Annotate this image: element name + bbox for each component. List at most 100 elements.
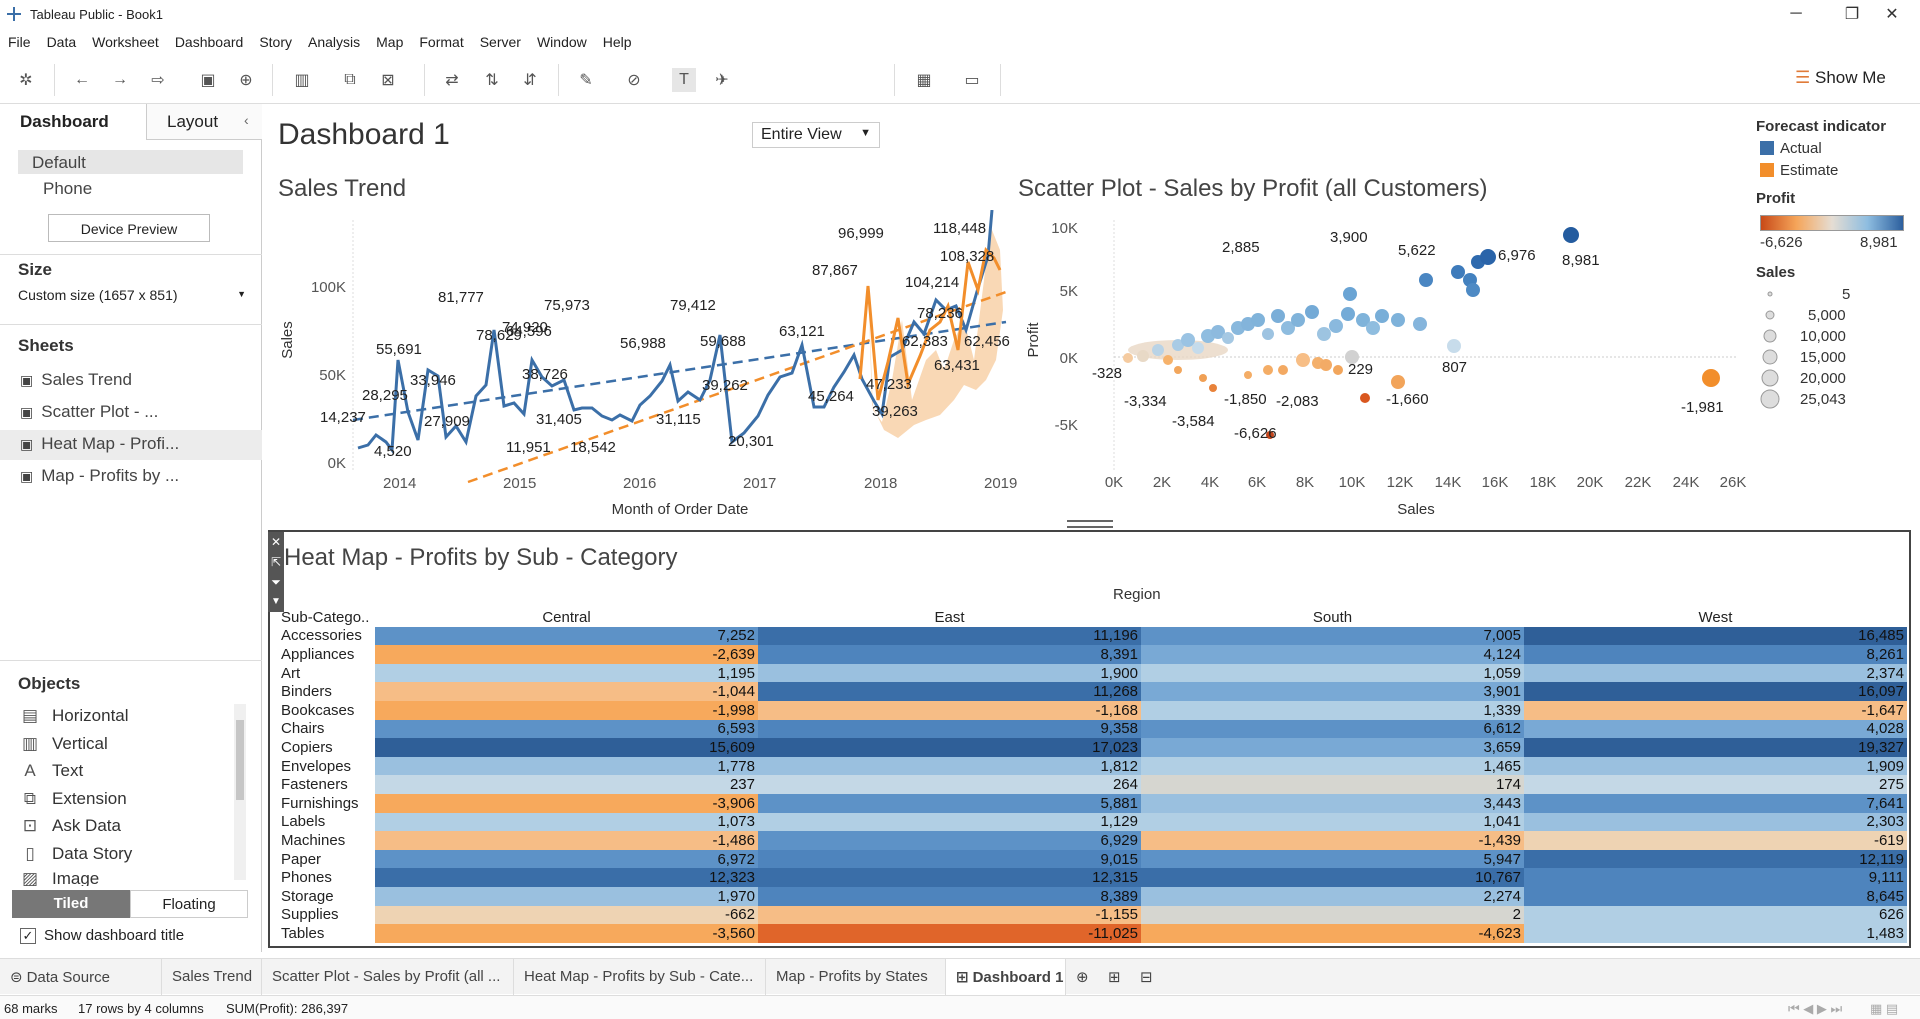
device-preview-button[interactable]: Device Preview — [48, 214, 210, 242]
heat-map-container[interactable]: ✕ ⇱ ⏷ ▼ Heat Map - Profits by Sub - Cate… — [268, 530, 1911, 948]
heat-cell[interactable]: 8,261 — [1524, 645, 1907, 664]
tab-heat-map[interactable]: Heat Map - Profits by Sub - Cate... — [514, 959, 766, 995]
heat-cell[interactable]: 17,023 — [758, 738, 1141, 757]
menu-format[interactable]: Format — [411, 30, 471, 54]
menu-story[interactable]: Story — [251, 30, 300, 54]
sheet-item-map[interactable]: ▣ Map - Profits by ... — [20, 466, 179, 486]
heat-cell[interactable]: -3,906 — [375, 793, 758, 813]
heat-cell[interactable]: -1,044 — [375, 682, 758, 701]
menu-file[interactable]: File — [0, 30, 39, 54]
heat-cell[interactable]: 626 — [1524, 905, 1907, 925]
subcategory-label[interactable]: Machines — [278, 831, 375, 850]
object-extension[interactable]: ⧉ Extension — [20, 789, 127, 809]
view-toggle-icons[interactable]: ▦ ▤ — [1870, 1001, 1898, 1017]
heat-cell[interactable]: 9,015 — [758, 849, 1141, 869]
heat-cell[interactable]: 275 — [1524, 775, 1907, 794]
heat-cell[interactable]: 1,970 — [375, 886, 758, 906]
heat-cell[interactable]: -619 — [1524, 831, 1907, 850]
heat-cell[interactable]: 11,268 — [758, 682, 1141, 701]
subcategory-label[interactable]: Phones — [278, 868, 375, 887]
go-to-sheet-icon[interactable]: ⇱ — [268, 552, 284, 572]
heat-cell[interactable]: -1,647 — [1524, 700, 1907, 720]
heat-cell[interactable]: 12,119 — [1524, 849, 1907, 869]
heat-cell[interactable]: 8,645 — [1524, 886, 1907, 906]
heat-cell[interactable]: 174 — [1141, 775, 1524, 794]
floating-button[interactable]: Floating — [130, 890, 248, 918]
heat-cell[interactable]: 15,609 — [375, 738, 758, 757]
heat-cell[interactable]: 3,901 — [1141, 682, 1524, 701]
heat-cell[interactable]: 1,059 — [1141, 663, 1524, 683]
show-mark-labels-icon[interactable]: T — [672, 68, 696, 92]
tab-data-source[interactable]: ⊜ Data Source — [0, 959, 162, 995]
new-dashboard-tab-icon[interactable]: ⊞ — [1098, 959, 1130, 995]
menu-server[interactable]: Server — [472, 30, 529, 54]
new-data-source-icon[interactable]: ⊕ — [234, 68, 258, 92]
tiled-button[interactable]: Tiled — [12, 890, 130, 918]
heat-cell[interactable]: -2,639 — [375, 645, 758, 664]
subcategory-label[interactable]: Labels — [278, 813, 375, 832]
menu-analysis[interactable]: Analysis — [300, 30, 368, 54]
size-select[interactable]: Custom size (1657 x 851) ▼ — [18, 287, 246, 303]
heat-cell[interactable]: 6,929 — [758, 831, 1141, 850]
subcategory-label[interactable]: Binders — [278, 682, 375, 701]
heat-cell[interactable]: 5,947 — [1141, 849, 1524, 869]
device-phone[interactable]: Phone — [43, 179, 92, 199]
heat-cell[interactable]: 1,483 — [1524, 924, 1907, 943]
heat-cell[interactable]: 19,327 — [1524, 738, 1907, 757]
estimate-legend-label[interactable]: Estimate — [1780, 162, 1838, 179]
heat-cell[interactable]: 1,465 — [1141, 756, 1524, 776]
subcategory-label[interactable]: Tables — [278, 924, 375, 943]
subcategory-label[interactable]: Fasteners — [278, 775, 375, 794]
sales-trend-chart[interactable]: 100K 50K 0K Sales 2014 2015 2016 2017 20… — [268, 210, 1018, 520]
filter-icon[interactable]: ⏷ — [268, 572, 284, 592]
region-header-south[interactable]: South — [1141, 608, 1524, 627]
collapse-panel-icon[interactable]: ‹ — [244, 112, 249, 128]
menu-data[interactable]: Data — [39, 30, 85, 54]
heat-cell[interactable]: 9,111 — [1524, 868, 1907, 887]
heat-cell[interactable]: 2,374 — [1524, 663, 1907, 683]
object-vertical[interactable]: ▥ Vertical — [20, 734, 108, 754]
heat-cell[interactable]: -662 — [375, 905, 758, 925]
heat-cell[interactable]: 11,196 — [758, 626, 1141, 646]
heat-cell[interactable]: 237 — [375, 775, 758, 794]
heat-cell[interactable]: 4,124 — [1141, 645, 1524, 664]
heat-cell[interactable]: -11,025 — [758, 924, 1141, 943]
tableau-home-icon[interactable]: ✲ — [14, 68, 38, 92]
subcategory-label[interactable]: Copiers — [278, 738, 375, 757]
subcategory-label[interactable]: Accessories — [278, 627, 375, 646]
heat-cell[interactable]: 6,972 — [375, 849, 758, 869]
heat-cell[interactable]: 6,593 — [375, 719, 758, 739]
heat-cell[interactable]: 2,274 — [1141, 886, 1524, 906]
heat-cell[interactable]: -1,486 — [375, 831, 758, 850]
heat-cell[interactable]: 8,391 — [758, 645, 1141, 664]
subcategory-label[interactable]: Bookcases — [278, 701, 375, 720]
heat-cell[interactable]: 1,900 — [758, 663, 1141, 683]
heat-cell[interactable]: 1,195 — [375, 663, 758, 683]
resize-handle[interactable] — [1067, 520, 1113, 528]
heat-cell[interactable]: 4,028 — [1524, 719, 1907, 739]
fix-axes-icon[interactable]: ✈ — [710, 68, 734, 92]
heat-cell[interactable]: 7,641 — [1524, 793, 1907, 813]
sheet-item-scatter-plot[interactable]: ▣ Scatter Plot - ... — [20, 402, 158, 422]
show-me-button[interactable]: ☰ Show Me — [1795, 68, 1886, 88]
view-size-select[interactable]: Entire View ▼ — [752, 122, 880, 148]
heat-cell[interactable]: 264 — [758, 775, 1141, 794]
object-image[interactable]: ▨ Image — [20, 872, 99, 886]
object-ask-data[interactable]: ⊡ Ask Data — [20, 816, 121, 836]
tab-dashboard[interactable]: Dashboard — [0, 104, 146, 140]
region-header-west[interactable]: West — [1524, 608, 1907, 627]
group-members-icon[interactable]: ⊘ — [622, 68, 646, 92]
duplicate-sheet-icon[interactable]: ⧉ — [338, 68, 362, 92]
heat-cell[interactable]: 8,389 — [758, 886, 1141, 906]
sheet-item-sales-trend[interactable]: ▣ Sales Trend — [20, 370, 132, 390]
heat-cell[interactable]: 16,485 — [1524, 626, 1907, 646]
region-header-central[interactable]: Central — [375, 608, 758, 627]
minimize-icon[interactable]: ─ — [1768, 0, 1824, 28]
undo-icon[interactable]: ← — [70, 68, 94, 92]
heat-cell[interactable]: 5,881 — [758, 793, 1141, 813]
heat-cell[interactable]: 1,073 — [375, 812, 758, 832]
clear-sheet-icon[interactable]: ⊠ — [376, 68, 400, 92]
scatter-chart[interactable]: 10K 5K 0K -5K Profit 0K 2K 4K 6K 8K 10K … — [1018, 210, 1756, 520]
subcategory-label[interactable]: Chairs — [278, 720, 375, 739]
heat-cell[interactable]: 12,315 — [758, 868, 1141, 887]
